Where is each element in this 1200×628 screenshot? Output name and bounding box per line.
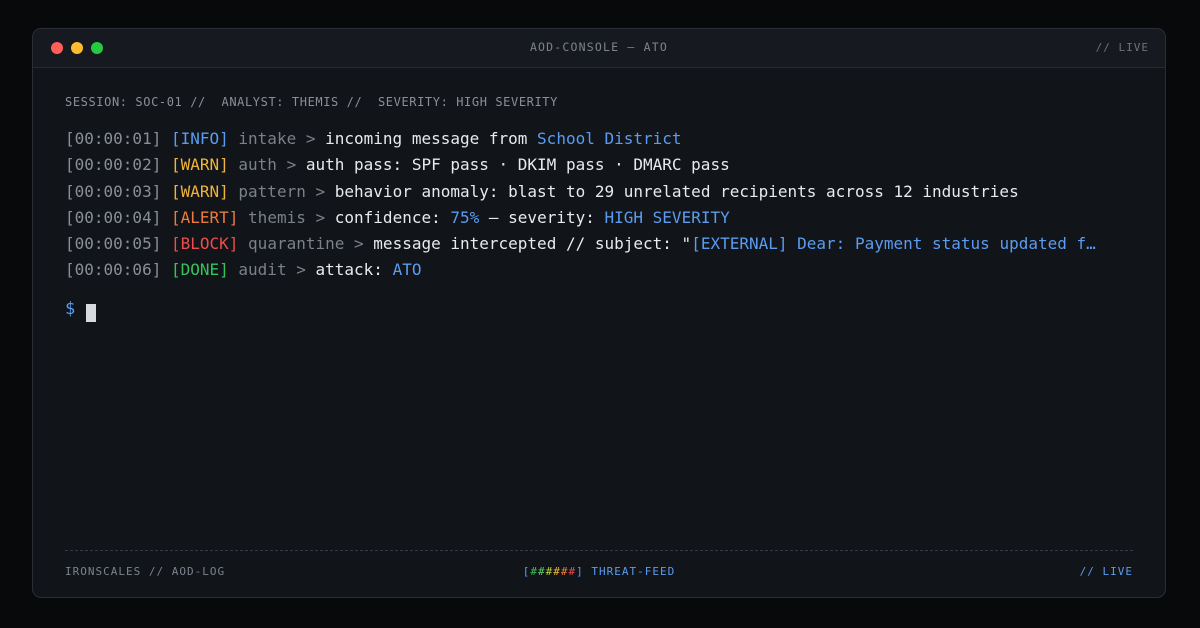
- log-tag-warn: [WARN]: [170, 181, 229, 201]
- log-highlight: [EXTERNAL] Dear: Payment status updated …: [691, 234, 1096, 254]
- feed-bar-segment: #: [538, 565, 546, 578]
- log-highlight: 75%: [450, 207, 480, 227]
- log-message: behavior anomaly: blast to 29 unrelated …: [334, 181, 1019, 201]
- log-highlight-severity: HIGH SEVERITY: [604, 207, 730, 227]
- log-message: confidence:: [334, 207, 451, 227]
- feed-bar-segment: #: [568, 565, 577, 578]
- log-separator: >: [315, 181, 326, 201]
- log-line: [00:00:04] [ALERT] themis > confidence: …: [65, 205, 1133, 231]
- feed-bar-segment: #: [560, 565, 569, 578]
- title-bar: AOD-CONSOLE — ATO // LIVE: [33, 29, 1165, 68]
- log-timestamp: [00:00:03]: [65, 181, 162, 201]
- log-separator: >: [354, 234, 364, 254]
- log-tag-info: [INFO]: [170, 129, 229, 148]
- log-tag-block: [BLOCK]: [170, 234, 239, 254]
- log-timestamp: [00:00:04]: [65, 207, 162, 227]
- input-cursor[interactable]: [86, 304, 96, 322]
- log-module: themis: [248, 207, 306, 227]
- threat-feed: [######] THREAT-FEED: [33, 565, 1165, 578]
- footer-divider: [65, 550, 1133, 551]
- log-line: [00:00:05] [BLOCK] quarantine > message …: [65, 231, 1133, 257]
- window-title: AOD-CONSOLE — ATO: [529, 40, 669, 54]
- threat-feed-label: THREAT-FEED: [583, 565, 676, 578]
- log-separator: >: [296, 260, 306, 280]
- log-module: pattern: [238, 181, 306, 201]
- log-module: intake: [238, 129, 297, 148]
- log-message-mid: — severity:: [479, 207, 605, 227]
- log-separator: >: [286, 155, 297, 175]
- log-timestamp: [00:00:01]: [65, 129, 162, 148]
- log-message: attack:: [315, 260, 393, 280]
- session-info: SESSION: SOC-01 // ANALYST: THEMIS // SE…: [65, 95, 558, 109]
- log-highlight: School District: [537, 129, 682, 148]
- footer-live-indicator: // LIVE: [1079, 565, 1133, 578]
- log-timestamp: [00:00:02]: [65, 155, 162, 175]
- command-prompt: $: [65, 299, 76, 319]
- log-line: [00:00:02] [WARN] auth > auth pass: SPF …: [65, 152, 1133, 178]
- log-tag-alert: [ALERT]: [170, 207, 239, 227]
- log-timestamp: [00:00:05]: [65, 234, 162, 254]
- log-tag-warn: [WARN]: [170, 155, 229, 175]
- log-module: audit: [238, 260, 287, 280]
- feed-bar-segment: #: [530, 565, 538, 578]
- log-message: auth pass: SPF pass · DKIM pass · DMARC …: [305, 155, 730, 175]
- log-output: [00:00:01] [INFO] intake > incoming mess…: [65, 126, 1133, 284]
- log-module: quarantine: [248, 234, 345, 254]
- log-line: [00:00:03] [WARN] pattern > behavior ano…: [65, 179, 1133, 205]
- log-tag-done: [DONE]: [170, 260, 229, 280]
- feed-bar-close: ]: [576, 565, 584, 578]
- log-separator: >: [315, 207, 326, 227]
- log-message: incoming message from: [325, 129, 538, 148]
- log-line: [00:00:01] [INFO] intake > incoming mess…: [65, 126, 1133, 152]
- log-line: [00:00:06] [DONE] audit > attack: ATO: [65, 257, 1133, 283]
- log-highlight: ATO: [392, 260, 422, 280]
- live-indicator: // LIVE: [1095, 41, 1149, 54]
- log-separator: >: [305, 129, 316, 148]
- console-window: AOD-CONSOLE — ATO // LIVE SESSION: SOC-0…: [32, 28, 1166, 598]
- feed-bar-segment: #: [553, 565, 561, 578]
- log-message: message intercepted // subject: ": [373, 234, 692, 254]
- log-module: auth: [238, 155, 277, 175]
- log-timestamp: [00:00:06]: [65, 260, 162, 280]
